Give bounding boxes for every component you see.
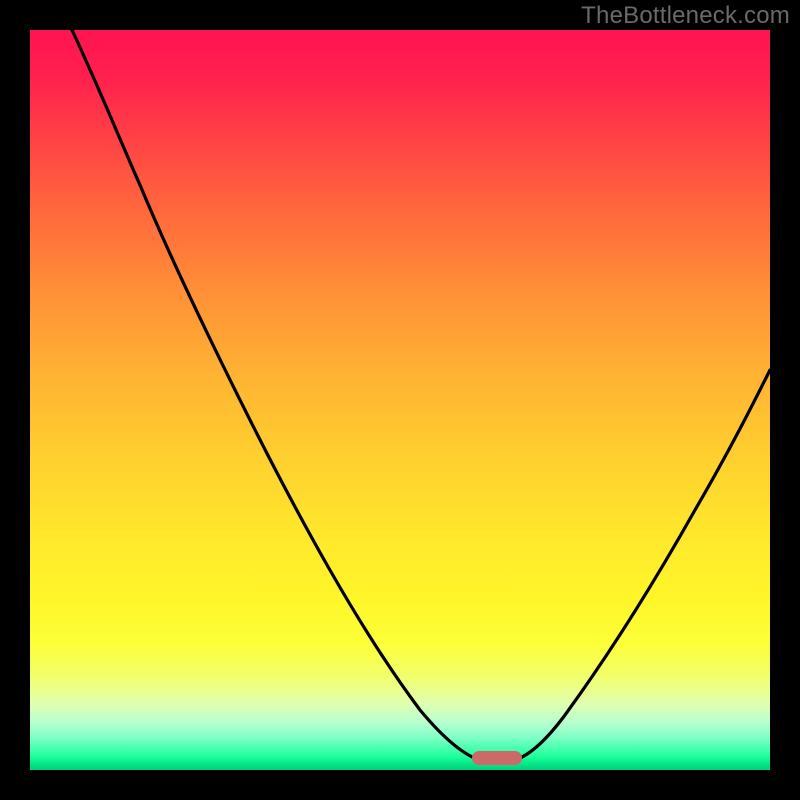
optimal-marker <box>472 751 522 765</box>
chart-frame: TheBottleneck.com <box>0 0 800 800</box>
watermark-text: TheBottleneck.com <box>581 2 790 30</box>
curve-path <box>72 30 770 761</box>
plot-area <box>30 30 770 770</box>
bottleneck-curve <box>30 30 770 770</box>
